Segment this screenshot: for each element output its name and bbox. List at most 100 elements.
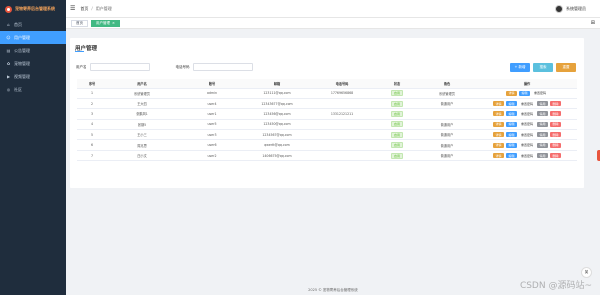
cell-account: user3 xyxy=(177,129,247,141)
table-row: 2 王大四 user4 12343677@qq.com 启用 普通用户 详情 编辑 重置密码 停用… xyxy=(77,98,577,110)
reset-password-button[interactable]: 重置密码 xyxy=(519,153,535,158)
avatar[interactable] xyxy=(555,4,563,13)
disable-button[interactable]: 停用 xyxy=(537,121,548,127)
delete-button[interactable]: 删除 xyxy=(550,121,561,127)
reset-password-button[interactable]: 重置密码 xyxy=(519,122,535,127)
community-icon: ◎ xyxy=(6,87,11,92)
reset-button[interactable]: 重置 xyxy=(556,63,576,72)
edit-button[interactable]: 编辑 xyxy=(505,132,517,138)
delete-button[interactable]: 删除 xyxy=(550,111,561,117)
delete-button[interactable]: 删除 xyxy=(550,101,561,107)
sidebar-item-home[interactable]: ⌂ 首页 xyxy=(0,18,66,31)
video-icon: ▶ xyxy=(6,74,11,79)
edit-button[interactable]: 编辑 xyxy=(518,90,530,96)
cell-index: 5 xyxy=(77,129,107,141)
cell-role: 普通用户 xyxy=(417,98,477,110)
user-menu[interactable]: 系统管理员 xyxy=(555,4,586,13)
breadcrumb-home[interactable]: 首页 xyxy=(80,6,88,12)
detail-button[interactable]: 详情 xyxy=(505,90,517,96)
reset-password-button[interactable]: 重置密码 xyxy=(519,132,535,137)
reset-password-button[interactable]: 重置密码 xyxy=(532,91,548,96)
cell-index: 6 xyxy=(77,139,107,151)
tab-users[interactable]: 用户管理 × xyxy=(91,19,120,27)
cell-actions: 详情 编辑 重置密码 停用 删除 xyxy=(477,108,577,120)
cell-phone xyxy=(307,129,377,141)
sidebar-item-label: 首页 xyxy=(14,21,22,27)
cell-actions: 详情 编辑 重置密码 停用 删除 xyxy=(477,139,577,151)
cell-phone xyxy=(307,98,377,110)
sidebar-item-notices[interactable]: ▤ 公告管理 xyxy=(0,44,66,57)
table-row: 1 系统管理员 admin 123111@qq.com 17769656868 启用 系统管… xyxy=(77,88,577,99)
edit-button[interactable]: 编辑 xyxy=(505,121,517,127)
username-input[interactable] xyxy=(89,63,150,71)
status-badge: 启用 xyxy=(390,142,403,149)
cell-role: 系统管理员 xyxy=(417,88,477,99)
sidebar-item-videos[interactable]: ▶ 视频管理 xyxy=(0,70,66,83)
status-badge: 启用 xyxy=(390,121,403,128)
sidebar-item-label: 宠物管理 xyxy=(14,60,30,66)
cell-status: 启用 xyxy=(377,119,417,131)
sidebar: 宠物寄养后台管理系统 ⌂ 首页 ☺ 用户管理 ▤ 公告管理 ✿ 宠物管理 ▶ 视… xyxy=(0,0,66,295)
detail-button[interactable]: 详情 xyxy=(492,111,504,117)
cell-index: 2 xyxy=(77,98,107,110)
disable-button[interactable]: 停用 xyxy=(537,142,548,148)
disable-button[interactable]: 停用 xyxy=(537,111,548,117)
detail-button[interactable]: 详情 xyxy=(492,101,504,107)
table-header-row: 序号 用户名 账号 邮箱 电话号码 状态 角色 操作 xyxy=(77,79,577,89)
tab-label: 首页 xyxy=(76,20,83,25)
reset-password-button[interactable]: 重置密码 xyxy=(519,101,535,106)
app-logo-row: 宠物寄养后台管理系统 xyxy=(0,0,66,18)
home-icon: ⌂ xyxy=(7,22,10,27)
menu-toggle-icon[interactable]: ☰ xyxy=(70,5,75,12)
cell-phone xyxy=(307,150,377,162)
detail-button[interactable]: 详情 xyxy=(492,142,504,148)
reset-password-button[interactable]: 重置密码 xyxy=(519,111,535,116)
action-buttons: + 新增 搜索 重置 xyxy=(510,63,576,72)
cell-email: 1406675@qq.com xyxy=(247,150,307,162)
cell-actions: 详情 编辑 重置密码 停用 删除 xyxy=(477,119,577,131)
detail-button[interactable]: 详情 xyxy=(492,153,504,159)
cell-status: 启用 xyxy=(377,98,417,110)
cell-phone xyxy=(307,139,377,151)
phone-input[interactable] xyxy=(192,63,253,71)
edit-button[interactable]: 编辑 xyxy=(505,111,517,117)
table-row: 5 王小三 user3 1234567@qq.com 启用 普通用户 详情 编辑 重置密码 停用删… xyxy=(77,129,577,141)
delete-button[interactable]: 删除 xyxy=(550,142,561,148)
disable-button[interactable]: 停用 xyxy=(537,101,548,107)
pet-icon: ✿ xyxy=(6,61,11,66)
status-badge: 启用 xyxy=(390,90,403,97)
input-method-icon[interactable]: 英 xyxy=(581,267,592,278)
disable-button[interactable]: 停用 xyxy=(537,132,548,138)
cell-actions: 详情 编辑 重置密码 停用 删除 xyxy=(477,129,577,141)
edit-button[interactable]: 编辑 xyxy=(505,101,517,107)
edit-button[interactable]: 编辑 xyxy=(505,142,517,148)
cell-role xyxy=(417,108,477,120)
search-button[interactable]: 搜索 xyxy=(533,63,553,72)
header-status: 状态 xyxy=(377,79,417,89)
disable-button[interactable]: 停用 xyxy=(537,153,548,159)
edit-button[interactable]: 编辑 xyxy=(505,153,517,159)
reset-password-button[interactable]: 重置密码 xyxy=(519,143,535,148)
username[interactable]: 系统管理员 xyxy=(566,6,586,12)
status-badge: 启用 xyxy=(390,131,403,138)
table-row: 3 张鹏风1 user1 123456@qq.com 13312121211 启用 详情 编辑… xyxy=(77,108,577,120)
sidebar-item-users[interactable]: ☺ 用户管理 xyxy=(0,31,66,44)
footer: 2025 © 宠物寄养后台管理系统 xyxy=(308,288,358,292)
header-name: 用户名 xyxy=(107,79,177,89)
sidebar-item-community[interactable]: ◎ 社区 xyxy=(0,83,66,96)
tab-home[interactable]: 首页 xyxy=(71,19,88,27)
delete-button[interactable]: 删除 xyxy=(550,132,561,138)
phone-label: 电话号码 xyxy=(175,64,190,69)
detail-button[interactable]: 详情 xyxy=(492,132,504,138)
grid-icon[interactable]: ⊞ xyxy=(591,20,595,26)
cell-status: 启用 xyxy=(377,88,417,99)
users-table: 序号 用户名 账号 邮箱 电话号码 状态 角色 操作 1 系统管理员 admin 12… xyxy=(77,79,577,162)
breadcrumb-separator: / xyxy=(91,6,93,11)
detail-button[interactable]: 详情 xyxy=(492,121,504,127)
cell-phone: 13312121211 xyxy=(307,108,377,120)
close-icon[interactable]: × xyxy=(112,21,115,25)
cell-role: 普通用户 xyxy=(417,139,477,151)
add-button[interactable]: + 新增 xyxy=(510,63,530,72)
sidebar-item-pets[interactable]: ✿ 宠物管理 xyxy=(0,57,66,70)
delete-button[interactable]: 删除 xyxy=(550,153,561,159)
